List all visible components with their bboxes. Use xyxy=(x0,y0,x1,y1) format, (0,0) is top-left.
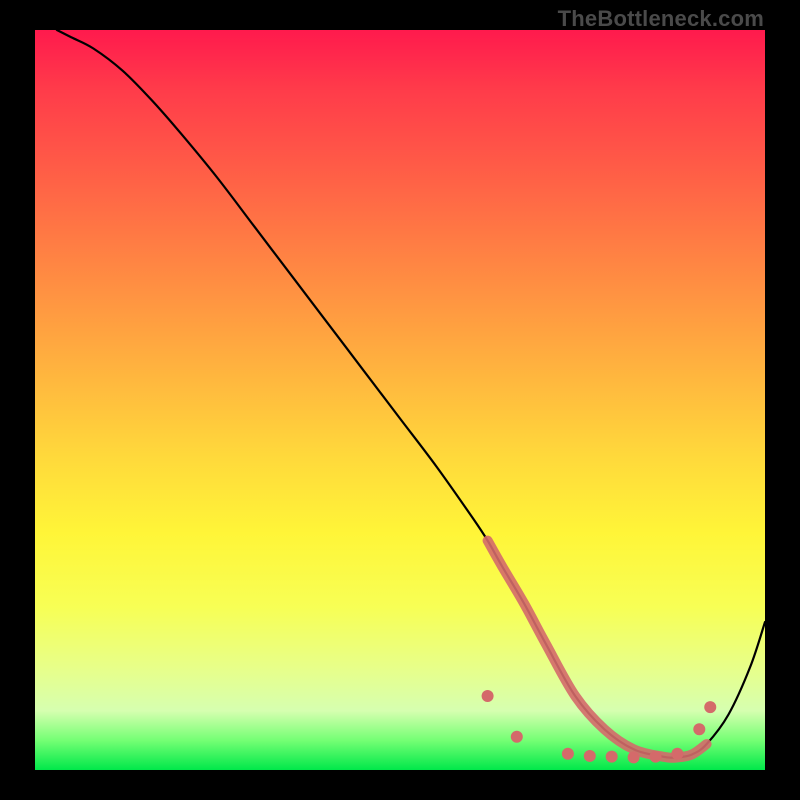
marker-dot xyxy=(606,751,618,763)
marker-dot xyxy=(704,701,716,713)
chart-frame: TheBottleneck.com xyxy=(0,0,800,800)
highlight-segment xyxy=(488,541,707,758)
chart-svg xyxy=(35,30,765,770)
marker-dot xyxy=(482,690,494,702)
marker-dot xyxy=(671,748,683,760)
marker-dot xyxy=(562,748,574,760)
marker-dot xyxy=(628,751,640,763)
curve-main xyxy=(57,30,765,758)
marker-dot xyxy=(511,731,523,743)
watermark-text: TheBottleneck.com xyxy=(558,6,764,32)
marker-dot xyxy=(650,751,662,763)
marker-dot xyxy=(584,750,596,762)
marker-dot xyxy=(693,723,705,735)
plot-area xyxy=(35,30,765,770)
